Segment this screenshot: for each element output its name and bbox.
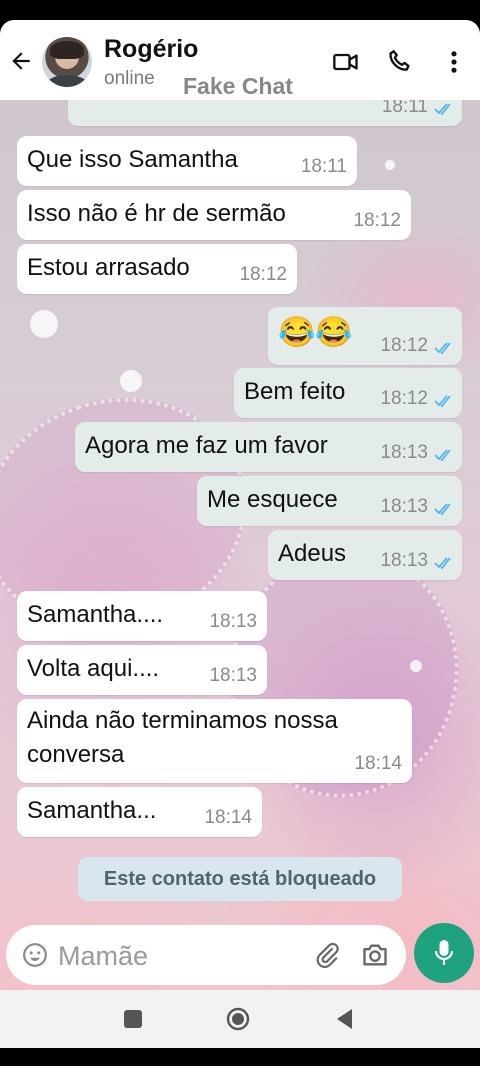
home-icon[interactable] [226,1007,250,1031]
message-bubble-outgoing[interactable]: Me esquece 18:13 [197,476,462,526]
message-bubble-incoming[interactable]: Samantha... 18:14 [17,787,262,837]
double-check-icon [434,103,451,116]
message-time: 18:12 [380,388,428,409]
paperclip-icon[interactable] [314,942,340,968]
message-time: 18:14 [354,753,402,774]
system-navigation-bar [0,990,480,1048]
message-text: Adeus [278,540,347,567]
message-time: 18:11 [300,156,347,177]
message-time: 18:12 [239,264,287,285]
double-check-icon [434,342,451,355]
camera-icon[interactable] [361,942,389,968]
nav-back-icon[interactable] [334,1007,354,1031]
message-bubble-incoming[interactable]: Ainda não terminamos nossa conversa 18:1… [17,699,412,783]
message-bubble-outgoing[interactable]: Adeus 18:13 [268,530,462,580]
mic-button[interactable] [414,923,474,983]
double-check-icon [434,395,451,408]
status-bar [0,0,480,20]
chat-header: Rogério online Fake Chat [0,20,480,100]
message-time: 18:14 [204,807,252,828]
message-text: Bem feito [244,378,346,405]
bottom-bezel [0,1048,480,1066]
message-time: 18:12 [380,335,428,356]
message-text: Estou arrasado [27,254,190,281]
message-text: Volta aqui.... [27,655,160,682]
arrow-left-icon[interactable] [8,48,34,74]
message-time: 18:11 [381,100,428,117]
message-bubble-outgoing[interactable]: Agora me faz um favor 18:13 [75,422,462,472]
watermark-text: Fake Chat [183,73,293,99]
message-bubble-incoming[interactable]: Samantha.... 18:13 [17,591,267,641]
message-text: Que isso Samantha [27,146,238,173]
emoji-icon[interactable] [22,942,48,968]
message-text: Agora me faz um favor [85,432,328,459]
wallpaper-sparkle [120,370,142,392]
double-check-icon [434,503,451,516]
contact-name[interactable]: Rogério [104,35,198,64]
message-text: Ainda não terminamos nossa conversa [27,707,338,768]
message-text: 😂😂 [278,316,353,349]
message-composer [6,925,406,985]
message-bubble-incoming[interactable]: Que isso Samantha 18:11 [17,136,357,186]
message-time: 18:13 [209,611,257,632]
message-time: 18:13 [209,665,257,686]
double-check-icon [434,449,451,462]
message-text: Samantha.... [27,601,164,628]
avatar[interactable] [42,37,92,87]
message-text: Samantha... [27,797,157,824]
blocked-notice[interactable]: Este contato está bloqueado [78,857,402,901]
video-camera-icon[interactable] [332,48,360,76]
wallpaper-sparkle [410,660,422,672]
message-time: 18:13 [380,442,428,463]
message-time: 18:12 [353,210,401,231]
contact-status: online [104,68,155,89]
message-input[interactable] [56,933,300,979]
wallpaper-sparkle [385,160,395,170]
message-time: 18:13 [380,496,428,517]
double-check-icon [434,557,451,570]
message-text: Me esquece [207,486,338,513]
message-text: Isso não é hr de sermão [27,200,286,227]
microphone-icon [434,940,454,965]
message-bubble-outgoing[interactable]: 😂😂 18:12 [268,307,462,365]
chat-area[interactable]: 18:11 Que isso Samantha 18:11 Isso não é… [0,100,480,990]
wallpaper-sparkle [30,310,58,338]
phone-icon[interactable] [386,48,414,76]
message-bubble-outgoing[interactable]: 18:11 [68,100,462,126]
message-bubble-incoming[interactable]: Volta aqui.... 18:13 [17,645,267,695]
message-bubble-incoming[interactable]: Estou arrasado 18:12 [17,244,297,294]
more-vertical-icon[interactable] [440,48,468,76]
recent-apps-icon[interactable] [124,1010,142,1028]
message-bubble-outgoing[interactable]: Bem feito 18:12 [234,368,462,418]
message-time: 18:13 [380,550,428,571]
message-bubble-incoming[interactable]: Isso não é hr de sermão 18:12 [17,190,411,240]
